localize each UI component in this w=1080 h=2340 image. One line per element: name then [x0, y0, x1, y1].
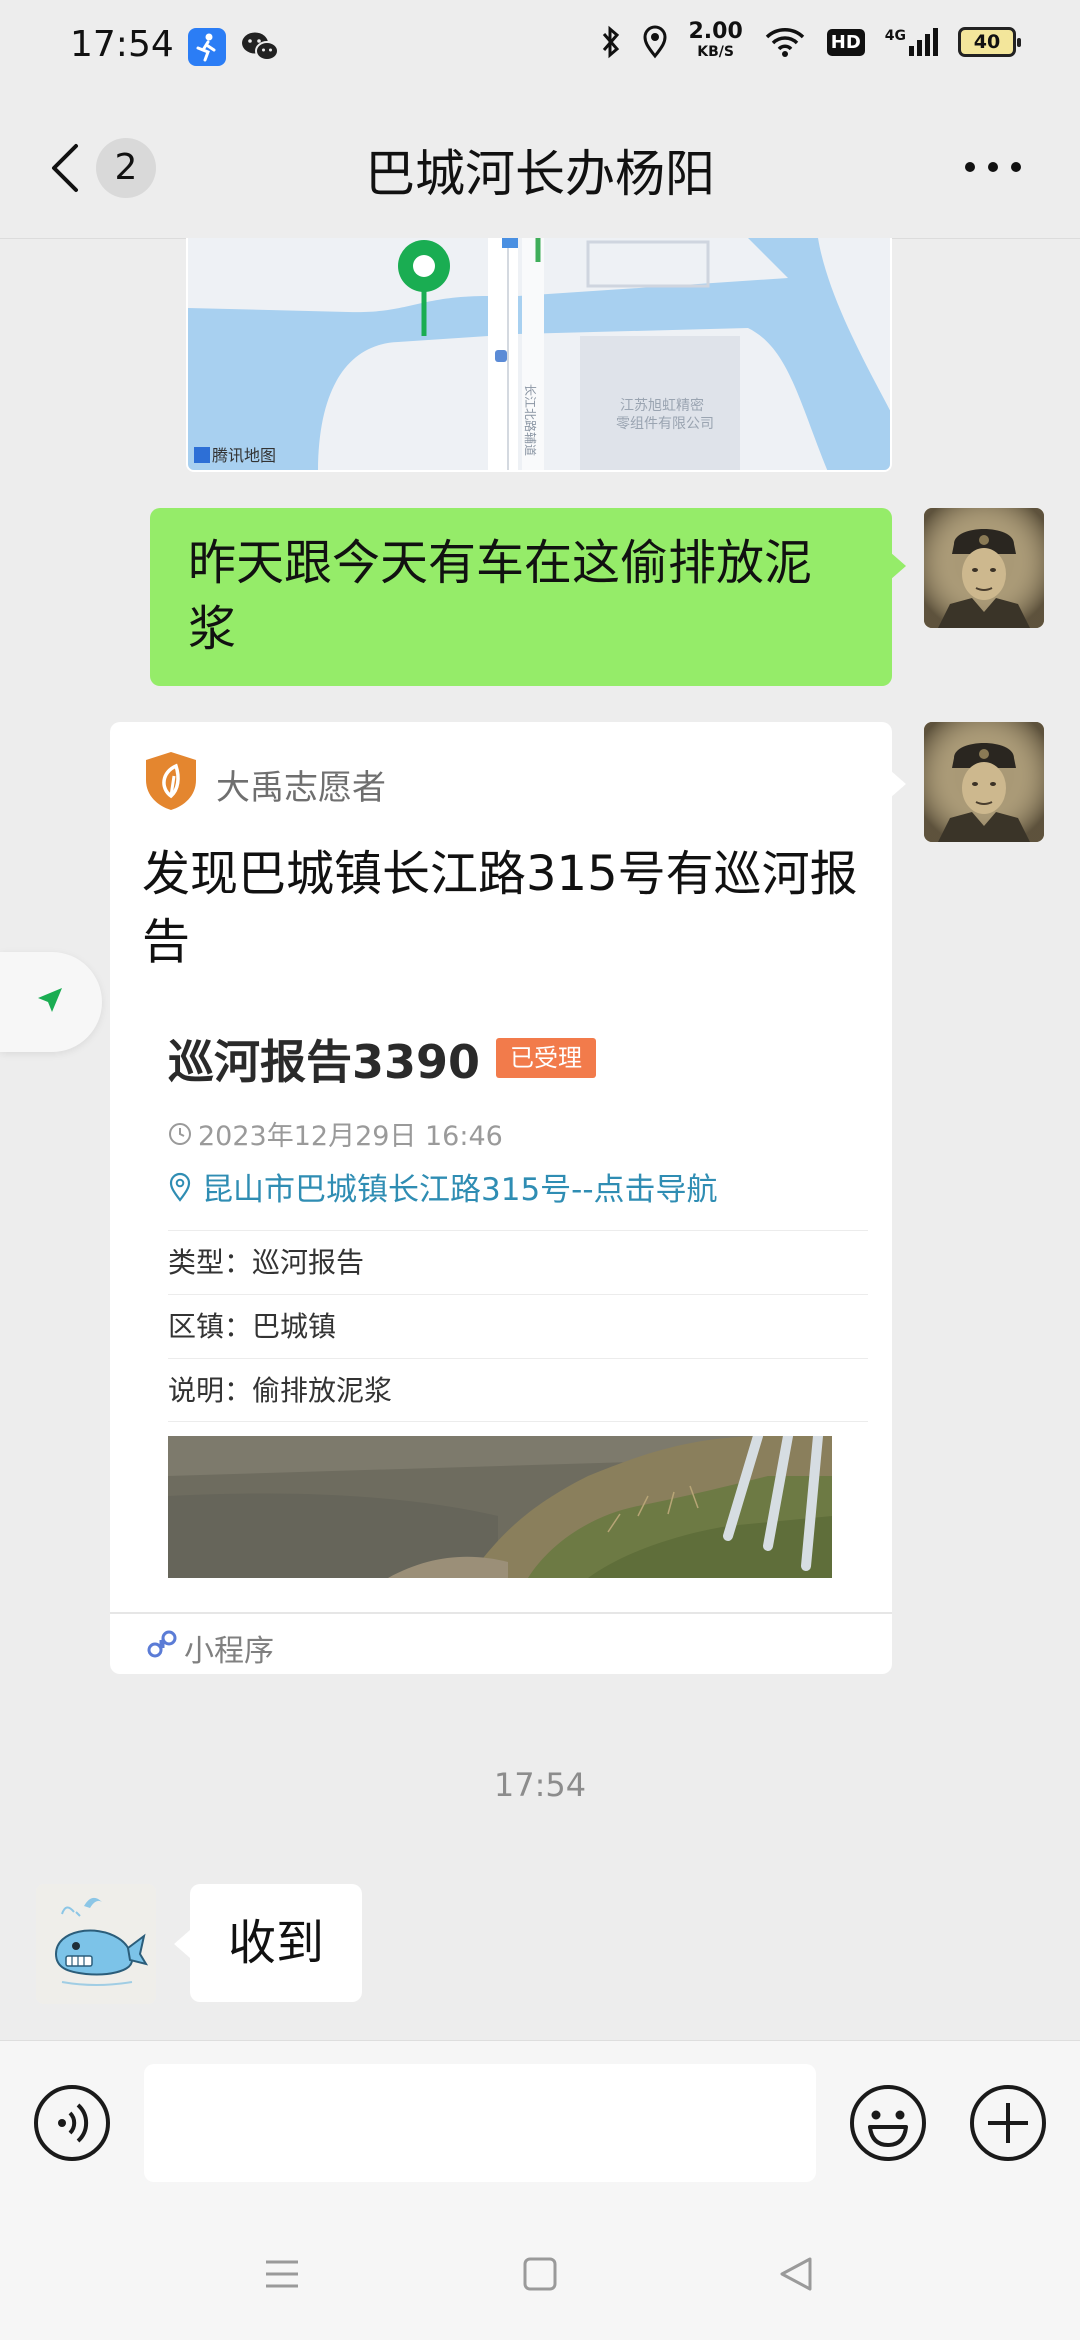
message-timestamp: 17:54 — [493, 1766, 587, 1804]
desc-label: 说明： — [168, 1374, 253, 1407]
hd-badge: HD — [826, 28, 865, 56]
more-options-button[interactable] — [958, 152, 1028, 182]
voice-icon — [34, 2085, 110, 2161]
report-location[interactable]: 昆山市巴城镇长江路315号--点击导航 — [202, 1164, 718, 1209]
mini-program-footer: 小程序 — [110, 1612, 892, 1674]
status-icons: 2.00 KB/S HD 4G 40 — [600, 19, 1021, 62]
plus-icon — [970, 2085, 1046, 2161]
bluetooth-icon — [603, 25, 620, 59]
info-row-district: 区镇：巴城镇 — [168, 1294, 868, 1358]
net-speed-unit: KB/S — [697, 44, 734, 60]
net-speed: 2.00 KB/S — [688, 19, 743, 62]
received-message-bubble[interactable]: 收到 — [190, 1884, 362, 2002]
svg-text:长江北路辅道: 长江北路辅道 — [523, 384, 538, 456]
info-row-description: 说明：偷排放泥浆 — [168, 1358, 868, 1422]
voice-input-button[interactable] — [32, 2083, 112, 2163]
system-back-button[interactable] — [776, 2254, 816, 2294]
signal-type: 4G — [884, 28, 906, 44]
location-pin-icon — [169, 1172, 191, 1202]
tencent-map-logo-icon — [194, 447, 210, 463]
card-bubble-tail — [890, 770, 906, 798]
district-label: 区镇： — [168, 1310, 253, 1343]
district-value: 巴城镇 — [252, 1310, 337, 1343]
running-app-icon — [188, 28, 226, 66]
whale-drawing-icon — [36, 1884, 156, 2004]
back-triangle-icon — [780, 2257, 812, 2291]
report-datetime: 2023年12月29日 16:46 — [198, 1121, 503, 1152]
more-dots-icon — [965, 162, 1021, 172]
status-badge: 已受理 — [496, 1038, 596, 1078]
clock-icon — [169, 1122, 191, 1145]
mini-program-icon — [146, 1628, 178, 1660]
sent-message-bubble[interactable]: 昨天跟今天有车在这偷排放泥浆 — [150, 508, 892, 686]
bubble-tail — [890, 552, 906, 580]
map-credit: 腾讯地图 — [194, 442, 276, 466]
soldier-portrait-icon — [924, 722, 1044, 842]
more-functions-button[interactable] — [968, 2083, 1048, 2163]
svg-text:江苏旭虹精密: 江苏旭虹精密 — [620, 397, 704, 414]
net-speed-value: 2.00 — [688, 19, 743, 44]
navigate-link[interactable]: 昆山市巴城镇长江路315号--点击导航 — [168, 1164, 718, 1209]
map-credit-text: 腾讯地图 — [212, 446, 277, 465]
home-button[interactable] — [522, 2256, 558, 2292]
floating-location-button[interactable] — [0, 952, 102, 1052]
riverbank-photo — [168, 1436, 832, 1578]
mini-program-label: 小程序 — [184, 1634, 274, 1669]
status-time: 17:54 — [70, 24, 174, 65]
wifi-icon — [765, 28, 804, 57]
menu-icon — [266, 2260, 298, 2288]
message-input[interactable] — [144, 2064, 816, 2182]
map-image: 江苏旭虹精密 零组件有限公司 长江北路辅道 — [188, 238, 890, 470]
cell-signal: 4G — [885, 28, 938, 56]
report-time-row: 2023年12月29日 16:46 — [168, 1114, 503, 1153]
home-square-icon — [523, 2257, 557, 2291]
location-status-icon — [643, 25, 667, 59]
soldier-portrait-icon — [924, 508, 1044, 628]
info-row-type: 类型：巡河报告 — [168, 1230, 868, 1294]
battery-indicator: 40 — [958, 27, 1021, 57]
desc-value: 偷排放泥浆 — [252, 1374, 393, 1407]
my-avatar[interactable] — [924, 508, 1044, 628]
navigation-arrow-icon — [38, 988, 62, 1012]
report-number: 巡河报告3390 — [168, 1035, 481, 1089]
type-label: 类型： — [168, 1246, 253, 1279]
wechat-notification-icon — [240, 30, 280, 64]
chat-title: 巴城河长办杨阳 — [365, 145, 715, 203]
mini-program-source: 大禹志愿者 — [216, 768, 386, 808]
battery-level: 40 — [973, 31, 1001, 53]
bubble-tail — [174, 1930, 190, 1958]
contact-avatar[interactable] — [36, 1884, 156, 2004]
emoji-button[interactable] — [848, 2083, 928, 2163]
mini-program-card[interactable]: 大禹志愿者 发现巴城镇长江路315号有巡河报告 巡河报告3390 已受理 202… — [110, 722, 892, 1674]
dayu-volunteer-logo-icon — [144, 750, 198, 812]
svg-text:零组件有限公司: 零组件有限公司 — [616, 416, 714, 432]
card-title: 发现巴城镇长江路315号有巡河报告 — [142, 846, 858, 970]
my-avatar-2[interactable] — [924, 722, 1044, 842]
type-value: 巡河报告 — [252, 1246, 365, 1279]
report-photo[interactable] — [168, 1436, 832, 1578]
emoji-icon — [850, 2085, 926, 2161]
recent-apps-button[interactable] — [262, 2254, 302, 2294]
location-map-card[interactable]: 江苏旭虹精密 零组件有限公司 长江北路辅道 腾讯地图 — [186, 238, 892, 472]
